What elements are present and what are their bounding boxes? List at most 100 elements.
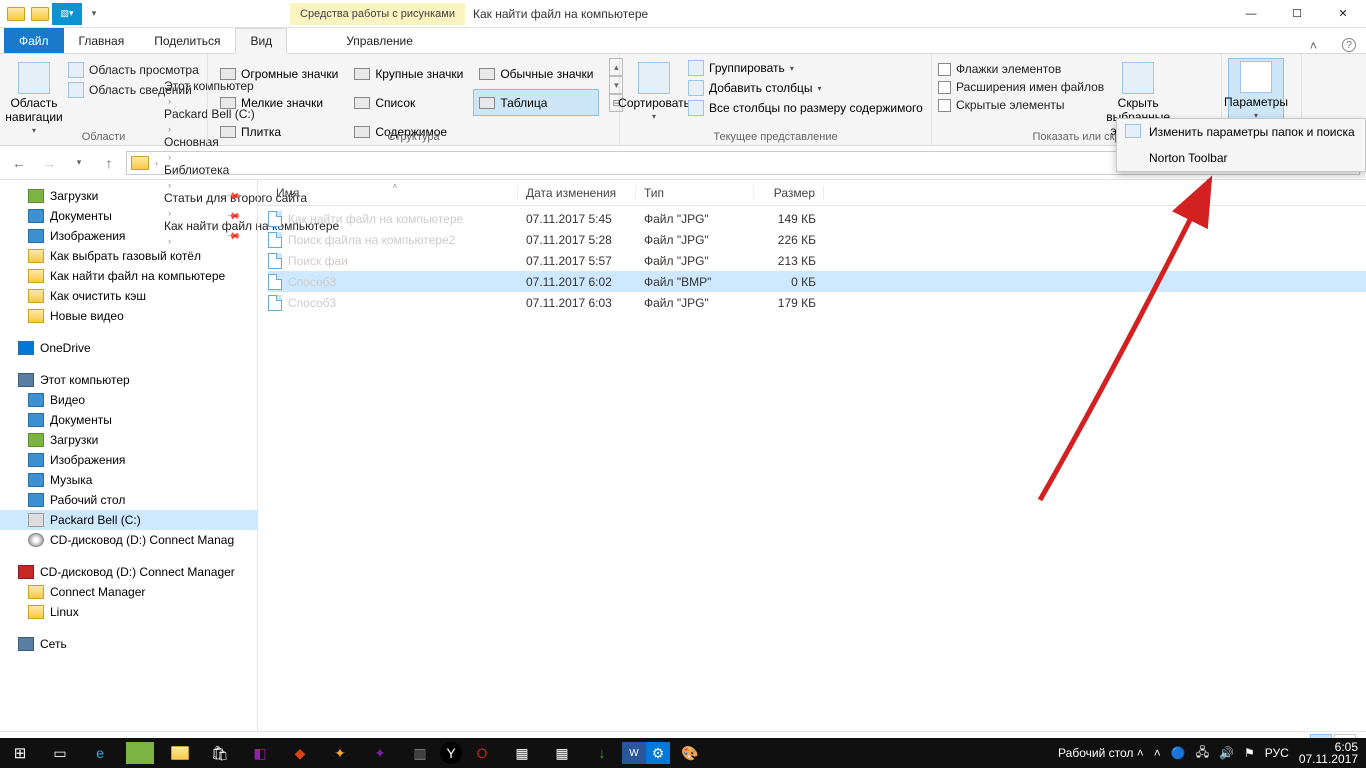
tab-file[interactable]: Файл [4, 28, 64, 53]
file-ext-check[interactable]: Расширения имен файлов [938, 80, 1104, 94]
file-row[interactable]: Способ307.11.2017 6:03Файл "JPG"179 КБ [268, 292, 1366, 313]
tree-item[interactable]: Видео [0, 390, 257, 410]
maximize-button[interactable]: ☐ [1274, 0, 1320, 28]
nav-recent-button[interactable]: ▾ [66, 150, 92, 176]
layout-large[interactable]: Крупные значки [348, 60, 469, 87]
taskbar-app2-icon[interactable]: ◧ [240, 738, 280, 768]
taskbar-yandex-icon[interactable]: Y [440, 742, 462, 764]
folder-icon[interactable] [4, 3, 28, 25]
tree-item[interactable]: Connect Manager [0, 582, 257, 602]
taskbar-app5-icon[interactable]: ✦ [360, 738, 400, 768]
ribbon-tabs: Файл Главная Поделиться Вид Управление ˄… [0, 28, 1366, 54]
group-label: Области [0, 131, 207, 143]
tree-item[interactable]: Изображения [0, 450, 257, 470]
taskbar-word-icon[interactable]: W [622, 742, 646, 764]
tree-item[interactable]: Packard Bell (C:) [0, 510, 257, 530]
item-checkboxes-check[interactable]: Флажки элементов [938, 62, 1104, 76]
show-desktop-button[interactable]: Рабочий стол ˄ [1058, 746, 1144, 760]
tree-item[interactable]: CD-дисковод (D:) Connect Manag [0, 530, 257, 550]
tree-onedrive[interactable]: OneDrive [0, 338, 257, 358]
tab-share[interactable]: Поделиться [139, 28, 235, 53]
ribbon-collapse[interactable]: ˄ ? [1310, 38, 1366, 53]
tree-item[interactable]: Как выбрать газовый котёл [0, 246, 257, 266]
autosize-columns-button[interactable]: Все столбцы по размеру содержимого [688, 100, 923, 116]
taskbar-edge-icon[interactable]: e [80, 738, 120, 768]
file-row[interactable]: Поиск файла на компьютере207.11.2017 5:2… [268, 229, 1366, 250]
taskbar-app8-icon[interactable]: ▦ [542, 738, 582, 768]
file-row[interactable]: Способ307.11.2017 6:02Файл "BMP"0 КБ [268, 271, 1366, 292]
start-button[interactable]: ⊞ [0, 738, 40, 768]
task-view-icon[interactable]: ▭ [40, 738, 80, 768]
taskbar-settings-icon[interactable]: ⚙ [646, 742, 670, 764]
file-rows: Как найти файл на компьютере07.11.2017 5… [258, 206, 1366, 313]
add-columns-button[interactable]: Добавить столбцы▾ [688, 80, 923, 96]
tray-vol-icon[interactable]: 🔊 [1219, 746, 1234, 760]
tree-item[interactable]: Linux [0, 602, 257, 622]
tray-clock[interactable]: 6:0507.11.2017 [1299, 741, 1358, 765]
taskbar-app7-icon[interactable]: ▦ [502, 738, 542, 768]
tree-item[interactable]: Документы [0, 410, 257, 430]
tab-manage[interactable]: Управление [331, 28, 428, 53]
qat-pin-icon[interactable] [28, 3, 52, 25]
ribbon-group-panes: Область навигации▾ Область просмотра Обл… [0, 54, 208, 145]
layout-huge[interactable]: Огромные значки [214, 60, 344, 87]
breadcrumb-item[interactable]: Библиотека [164, 163, 339, 177]
col-header-type[interactable]: Тип [636, 186, 754, 200]
contextual-tab-title: Средства работы с рисунками [290, 3, 465, 25]
tree-item[interactable]: Рабочий стол [0, 490, 257, 510]
tree-item[interactable]: Изображения [0, 226, 257, 246]
tree-item[interactable]: Как очистить кэш [0, 286, 257, 306]
taskbar-explorer-icon[interactable] [160, 738, 200, 768]
tray-lang[interactable]: РУС [1265, 746, 1289, 760]
layout-normal[interactable]: Обычные значки [473, 60, 599, 87]
tree-item[interactable]: Документы [0, 206, 257, 226]
details-pane-check[interactable]: Область сведений [68, 82, 199, 98]
tree-cd2[interactable]: CD-дисковод (D:) Connect Manager [0, 562, 257, 582]
layout-small[interactable]: Мелкие значки [214, 89, 344, 116]
tree-item[interactable]: Как найти файл на компьютере [0, 266, 257, 286]
tray-flag-icon[interactable]: ⚑ [1244, 746, 1255, 760]
tray-bt-icon[interactable]: 🔵 [1171, 746, 1186, 760]
dropdown-folder-options[interactable]: Изменить параметры папок и поиска [1117, 119, 1365, 145]
chevron-right-icon: › [164, 152, 175, 162]
tree-item[interactable]: Новые видео [0, 306, 257, 326]
tree-this-pc[interactable]: Этот компьютер [0, 370, 257, 390]
minimize-button[interactable]: — [1228, 0, 1274, 28]
nav-up-button[interactable]: ↑ [96, 150, 122, 176]
title-bar: ▧▾ ▾ Средства работы с рисунками Как най… [0, 0, 1366, 28]
taskbar-store-icon[interactable]: 🛍 [200, 738, 240, 768]
taskbar-app9-icon[interactable]: ↓ [582, 738, 622, 768]
col-header-size[interactable]: Размер [754, 186, 824, 200]
nav-tree: ЗагрузкиДокументыИзображенияКак выбрать … [0, 180, 258, 731]
tree-item[interactable]: Музыка [0, 470, 257, 490]
tray-up-icon[interactable]: ˄ [1154, 746, 1161, 760]
taskbar-app4-icon[interactable]: ✦ [320, 738, 360, 768]
taskbar-paint-icon[interactable]: 🎨 [670, 738, 710, 768]
tab-view[interactable]: Вид [235, 28, 287, 54]
col-header-name[interactable]: Имя˄ [268, 186, 518, 200]
col-header-date[interactable]: Дата изменения [518, 186, 636, 200]
nav-back-button[interactable]: ← [6, 150, 32, 176]
tray-net-icon[interactable]: 🖧 [1196, 743, 1209, 764]
tab-home[interactable]: Главная [64, 28, 140, 53]
tree-item[interactable]: Загрузки [0, 186, 257, 206]
tree-network[interactable]: Сеть [0, 634, 257, 654]
taskbar-app-icon[interactable] [126, 742, 154, 764]
layout-list[interactable]: Список [348, 89, 469, 116]
hidden-items-check[interactable]: Скрытые элементы [938, 98, 1104, 112]
file-list-area: Имя˄ Дата изменения Тип Размер Как найти… [258, 180, 1366, 731]
layout-table[interactable]: Таблица [473, 89, 599, 116]
taskbar-opera-icon[interactable]: O [462, 738, 502, 768]
tree-item[interactable]: Загрузки [0, 430, 257, 450]
qat-dropdown-icon[interactable]: ▾ [82, 3, 106, 25]
preview-pane-check[interactable]: Область просмотра [68, 62, 199, 78]
file-row[interactable]: Как найти файл на компьютере07.11.2017 5… [268, 208, 1366, 229]
file-row[interactable]: Поиск фаи07.11.2017 5:57Файл "JPG"213 КБ [268, 250, 1366, 271]
dropdown-norton-toolbar[interactable]: Norton Toolbar [1117, 145, 1365, 171]
taskbar-app3-icon[interactable]: ◆ [280, 738, 320, 768]
group-by-button[interactable]: Группировать▾ [688, 60, 923, 76]
close-button[interactable]: ✕ [1320, 0, 1366, 28]
nav-forward-button[interactable]: → [36, 150, 62, 176]
taskbar-app6-icon[interactable]: ▥ [400, 738, 440, 768]
qat-image-icon[interactable]: ▧▾ [52, 3, 82, 25]
